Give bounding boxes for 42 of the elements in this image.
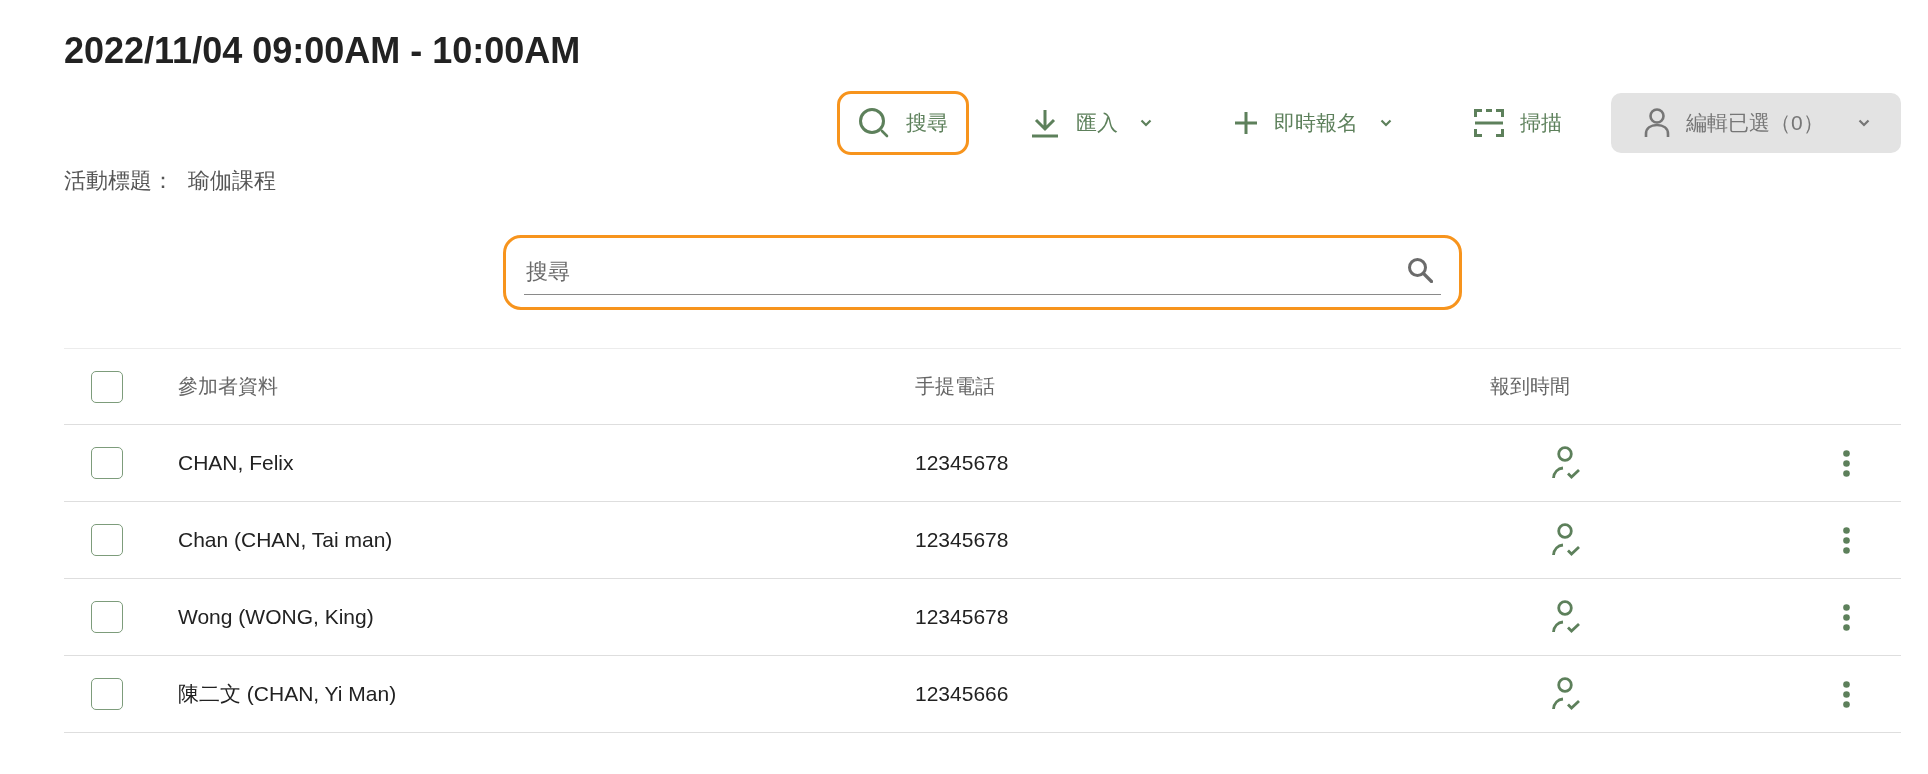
page-title: 2022/11/04 09:00AM - 10:00AM [64, 29, 581, 73]
person-check-icon[interactable] [1551, 677, 1581, 711]
person-icon [1644, 108, 1670, 138]
participant-name: CHAN, Felix [178, 451, 294, 475]
plus-icon [1234, 111, 1258, 135]
more-icon[interactable] [1843, 680, 1850, 708]
person-check-icon[interactable] [1551, 446, 1581, 480]
search-icon [858, 107, 890, 139]
person-check-icon[interactable] [1551, 600, 1581, 634]
more-icon[interactable] [1843, 603, 1850, 631]
scan-icon [1474, 109, 1504, 137]
caret-icon [1858, 119, 1870, 127]
participant-name: Chan (CHAN, Tai man) [178, 528, 393, 552]
register-button[interactable]: 即時報名 [1213, 91, 1413, 155]
event-title: 瑜伽課程 [188, 167, 276, 195]
more-icon[interactable] [1843, 449, 1850, 477]
checkbox[interactable] [91, 601, 123, 633]
search-input[interactable]: 搜尋 [524, 259, 1407, 285]
person-check-icon[interactable] [1551, 523, 1581, 557]
phone-number: 12345678 [915, 605, 1009, 629]
checkbox[interactable] [91, 524, 123, 556]
search-button[interactable]: 搜尋 [837, 91, 969, 155]
phone-number: 12345678 [915, 451, 1009, 475]
phone-number: 12345666 [915, 682, 1009, 706]
phone-number: 12345678 [915, 528, 1009, 552]
caret-icon [1380, 119, 1392, 127]
column-header: 手提電話 [915, 374, 995, 399]
search-icon[interactable] [1407, 257, 1433, 283]
column-header: 參加者資料 [178, 374, 278, 399]
checkbox[interactable] [91, 370, 123, 403]
more-icon[interactable] [1843, 526, 1850, 554]
event-label: 活動標題： [64, 167, 174, 195]
participant-name: 陳二文 (CHAN, Yi Man) [178, 681, 397, 707]
search-field[interactable]: 搜尋 [524, 250, 1441, 295]
caret-icon [1140, 119, 1152, 127]
checkbox[interactable] [91, 447, 123, 479]
scan-button[interactable]: 掃描 [1453, 91, 1583, 155]
import-button[interactable]: 匯入 [1009, 91, 1173, 155]
participant-name: Wong (WONG, King) [178, 605, 374, 629]
column-header: 報到時間 [1490, 374, 1570, 399]
checkbox[interactable] [91, 678, 123, 710]
download-icon [1030, 108, 1060, 138]
